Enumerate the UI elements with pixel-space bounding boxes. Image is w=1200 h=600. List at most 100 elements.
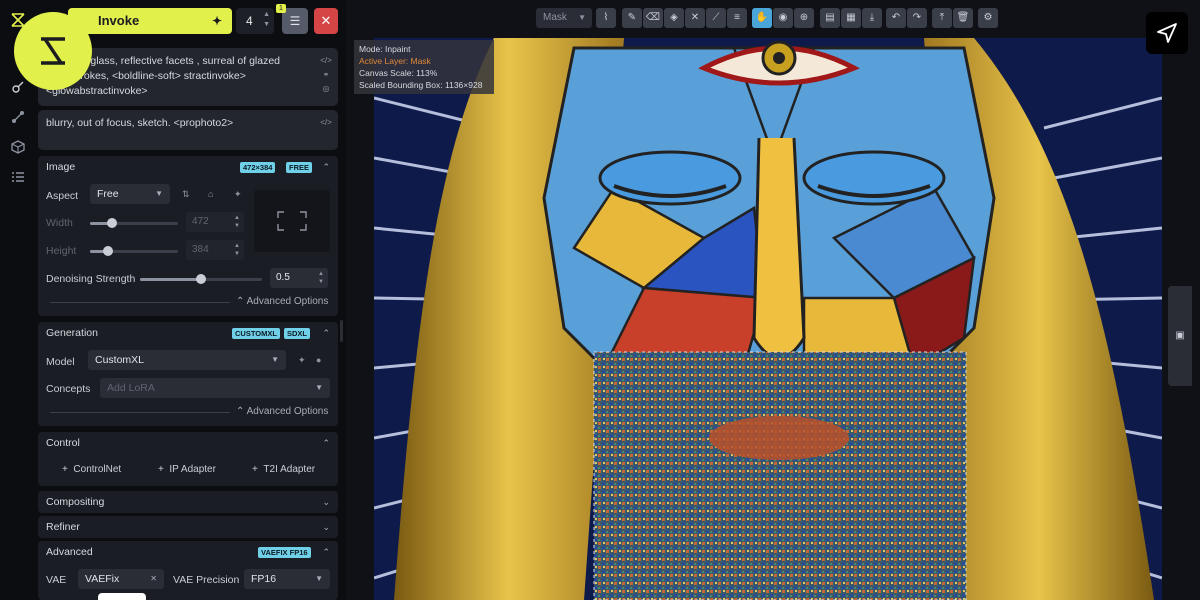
image-size-badge: 472×384: [240, 162, 276, 173]
width-slider[interactable]: [90, 218, 178, 228]
eraser-button[interactable]: ⌫: [643, 8, 663, 28]
generation-section-title[interactable]: Generation: [46, 322, 98, 344]
compositing-section-title[interactable]: Compositing: [46, 491, 104, 513]
sparkle-icon[interactable]: ✦: [298, 355, 306, 366]
chevron-down-icon: ▼: [271, 355, 279, 364]
aspect-select[interactable]: Free ▼: [90, 184, 170, 204]
download-button[interactable]: ⤓: [862, 8, 882, 28]
canvas-image[interactable]: [374, 38, 1162, 600]
denoise-input[interactable]: 0.5 ▲ ▼: [270, 268, 328, 288]
brush-icon[interactable]: [9, 80, 27, 98]
height-label: Height: [46, 245, 77, 257]
height-slider[interactable]: [90, 246, 178, 256]
advanced-section-title[interactable]: Advanced: [46, 541, 93, 563]
reset-view-button[interactable]: ⊕: [794, 8, 814, 28]
queue-list-button[interactable]: ☰: [282, 8, 308, 34]
embedding-icon[interactable]: ◎: [320, 82, 332, 96]
models-icon[interactable]: [9, 140, 27, 158]
t2i-adapter-label: T2I Adapter: [263, 464, 316, 475]
add-controlnet-button[interactable]: + ControlNet: [62, 464, 121, 475]
workflow-icon[interactable]: [9, 110, 27, 128]
view-button[interactable]: ◉: [773, 8, 793, 28]
chevron-up-icon[interactable]: ⌃: [322, 156, 330, 178]
width-label: Width: [46, 217, 73, 229]
image-section-title[interactable]: Image: [46, 156, 75, 178]
merge-visible-button[interactable]: ▤: [820, 8, 840, 28]
layer-select[interactable]: Mask ▼: [536, 8, 592, 28]
share-button[interactable]: [1146, 12, 1188, 54]
upload-button[interactable]: ⤒: [932, 8, 952, 28]
gallery-toggle-tab[interactable]: ▣: [1168, 286, 1192, 386]
vae-precision-label: VAE Precision: [173, 574, 240, 586]
panel-resize-handle[interactable]: [340, 320, 343, 342]
chevron-down-icon[interactable]: ⌄: [322, 516, 330, 538]
denoise-slider-thumb[interactable]: [196, 274, 206, 284]
vae-precision-select[interactable]: FP16 ▼: [244, 569, 330, 589]
clear-icon[interactable]: ✕: [150, 569, 157, 589]
ip-adapter-label: IP Adapter: [169, 464, 216, 475]
sparkle-icon[interactable]: ✦: [234, 189, 242, 200]
chevron-up-icon[interactable]: ⌃: [322, 432, 330, 454]
mode-line: Mode: Inpaint: [359, 44, 411, 54]
code-icon[interactable]: </>: [320, 116, 332, 130]
queue-list-icon[interactable]: [9, 170, 27, 188]
code-icon[interactable]: </>: [320, 54, 332, 68]
invoke-label: Invoke: [98, 13, 140, 28]
concepts-select[interactable]: Add LoRA ▼: [100, 378, 330, 398]
chevron-down-icon: ▼: [578, 13, 586, 22]
save-to-gallery-button[interactable]: ▦: [841, 8, 861, 28]
redo-button[interactable]: ↷: [907, 8, 927, 28]
sparkle-icon: ✦: [211, 14, 222, 28]
vae-select[interactable]: VAEFix ✕: [78, 569, 164, 589]
refiner-section[interactable]: Refiner ⌄: [38, 516, 338, 538]
width-slider-thumb[interactable]: [107, 218, 117, 228]
clear-button[interactable]: ✕: [685, 8, 705, 28]
cube-icon[interactable]: ●: [316, 355, 321, 365]
canvas-settings-button[interactable]: ⚙: [978, 8, 998, 28]
gallery-icon: ▣: [1175, 330, 1185, 341]
stepper-icon[interactable]: ▲ ▼: [318, 270, 324, 286]
brush-button[interactable]: ✎: [622, 8, 642, 28]
undo-button[interactable]: ↶: [886, 8, 906, 28]
chevron-up-icon[interactable]: ⌃: [322, 322, 330, 344]
delete-button[interactable]: 🗑: [953, 8, 973, 28]
queue-count-badge: 1: [276, 4, 286, 13]
mask-options-button[interactable]: ⌇: [596, 8, 616, 28]
model-select[interactable]: CustomXL ▼: [88, 350, 286, 370]
chevron-up-icon[interactable]: ⌃: [322, 541, 330, 563]
divider: [50, 302, 230, 303]
control-section-title[interactable]: Control: [46, 432, 80, 454]
iterations-input[interactable]: 4 ▲ ▼: [236, 8, 274, 34]
close-icon: ✕: [690, 12, 700, 23]
send-icon: [1157, 23, 1177, 43]
invoke-button[interactable]: Invoke ✦: [68, 8, 232, 34]
brush-settings-button[interactable]: ≡: [727, 8, 747, 28]
add-t2i-adapter-button[interactable]: + T2I Adapter: [252, 464, 315, 475]
layer-select-value: Mask: [543, 12, 567, 23]
negative-prompt-field[interactable]: blurry, out of focus, sketch. <prophoto2…: [38, 110, 338, 150]
width-input[interactable]: 472 ▲ ▼: [186, 212, 244, 232]
concepts-label: Concepts: [46, 383, 91, 395]
stepper-icon[interactable]: ▲ ▼: [234, 242, 240, 258]
stepper-icon[interactable]: ▲ ▼: [263, 10, 270, 30]
link-icon[interactable]: ⚭: [320, 68, 332, 82]
compositing-section[interactable]: Compositing ⌄: [38, 491, 338, 513]
base-model-badge: SDXL: [284, 328, 311, 339]
cancel-button[interactable]: ✕: [314, 8, 338, 34]
denoise-slider[interactable]: [140, 274, 262, 284]
advanced-options-toggle[interactable]: ⌃ Advanced Options: [236, 406, 328, 417]
stepper-icon[interactable]: ▲ ▼: [234, 214, 240, 230]
color-picker-button[interactable]: ⟋: [706, 8, 726, 28]
advanced-options-toggle[interactable]: ⌃ Advanced Options: [236, 296, 328, 307]
scroll-handle[interactable]: [98, 593, 146, 600]
refiner-section-title[interactable]: Refiner: [46, 516, 80, 538]
lock-icon[interactable]: ⌂: [208, 189, 213, 199]
chevron-down-icon: ▼: [155, 189, 163, 198]
add-ip-adapter-button[interactable]: + IP Adapter: [158, 464, 216, 475]
move-tool-button[interactable]: ✋: [752, 8, 772, 28]
fill-button[interactable]: ◈: [664, 8, 684, 28]
swap-icon[interactable]: ⇅: [182, 189, 190, 200]
height-slider-thumb[interactable]: [102, 246, 113, 256]
chevron-down-icon[interactable]: ⌄: [322, 491, 330, 513]
height-input[interactable]: 384 ▲ ▼: [186, 240, 244, 260]
